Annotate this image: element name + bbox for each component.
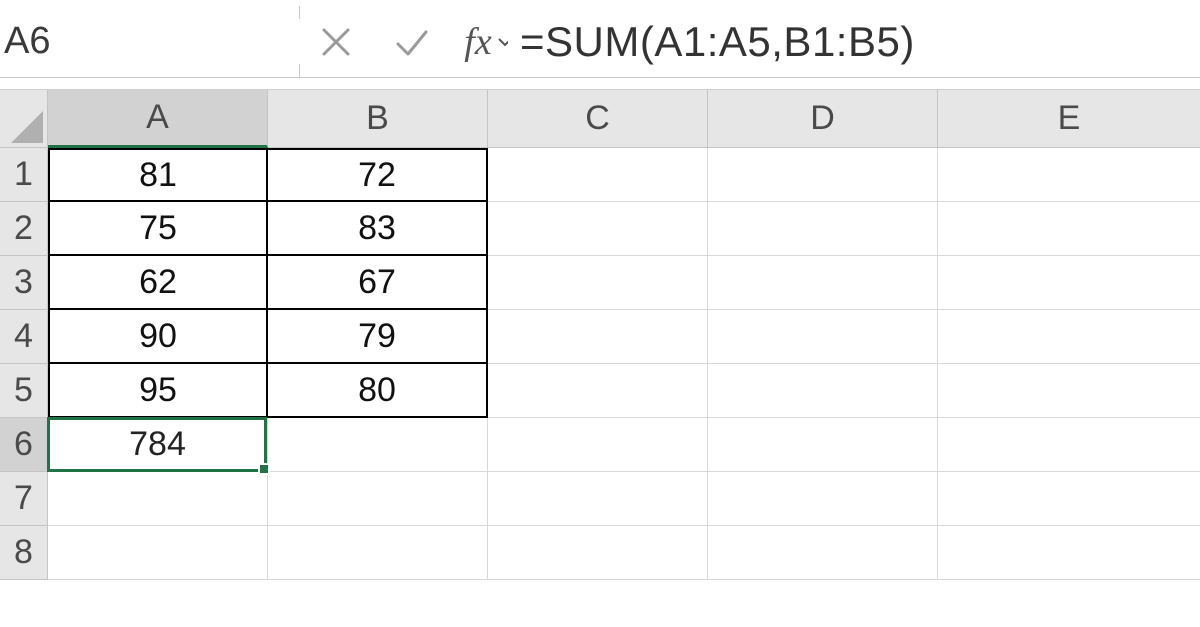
fx-icon[interactable]: fx (448, 6, 508, 78)
row-header-6[interactable]: 6 (0, 418, 48, 472)
cell-A5[interactable]: 95 (48, 364, 268, 418)
cell-E7[interactable] (938, 472, 1200, 526)
cell-E2[interactable] (938, 202, 1200, 256)
row-header-3[interactable]: 3 (0, 256, 48, 310)
cell-C3[interactable] (488, 256, 708, 310)
col-header-A[interactable]: A (48, 90, 268, 148)
row-8: 8 (0, 526, 1200, 580)
cell-E8[interactable] (938, 526, 1200, 580)
col-header-B[interactable]: B (268, 90, 488, 148)
cell-B5[interactable]: 80 (268, 364, 488, 418)
row-header-2[interactable]: 2 (0, 202, 48, 256)
cell-C7[interactable] (488, 472, 708, 526)
row-header-7[interactable]: 7 (0, 472, 48, 526)
cell-E5[interactable] (938, 364, 1200, 418)
cell-A3[interactable]: 62 (48, 256, 268, 310)
cell-A2[interactable]: 75 (48, 202, 268, 256)
cell-B1[interactable]: 72 (268, 148, 488, 202)
name-box[interactable] (0, 6, 300, 78)
col-header-D[interactable]: D (708, 90, 938, 148)
cell-C5[interactable] (488, 364, 708, 418)
row-2: 2 75 83 (0, 202, 1200, 256)
cell-A6[interactable]: 784 (48, 418, 268, 472)
cell-D8[interactable] (708, 526, 938, 580)
formula-input[interactable] (508, 6, 1200, 78)
row-header-5[interactable]: 5 (0, 364, 48, 418)
cell-B7[interactable] (268, 472, 488, 526)
formula-bar: fx (0, 0, 1200, 90)
cell-D4[interactable] (708, 310, 938, 364)
row-7: 7 (0, 472, 1200, 526)
cell-A1[interactable]: 81 (48, 148, 268, 202)
cell-E4[interactable] (938, 310, 1200, 364)
cell-D5[interactable] (708, 364, 938, 418)
row-header-4[interactable]: 4 (0, 310, 48, 364)
cell-E6[interactable] (938, 418, 1200, 472)
cell-B6[interactable] (268, 418, 488, 472)
cell-B4[interactable]: 79 (268, 310, 488, 364)
cell-B2[interactable]: 83 (268, 202, 488, 256)
spreadsheet-grid: A B C D E 1 81 72 2 75 83 3 62 67 4 90 7… (0, 90, 1200, 580)
row-1: 1 81 72 (0, 148, 1200, 202)
cell-B3[interactable]: 67 (268, 256, 488, 310)
cell-C2[interactable] (488, 202, 708, 256)
row-3: 3 62 67 (0, 256, 1200, 310)
row-4: 4 90 79 (0, 310, 1200, 364)
cell-D7[interactable] (708, 472, 938, 526)
formula-bar-buttons (300, 6, 448, 78)
select-all-corner[interactable] (0, 90, 48, 148)
cell-D6[interactable] (708, 418, 938, 472)
cell-D1[interactable] (708, 148, 938, 202)
cell-B8[interactable] (268, 526, 488, 580)
cell-D3[interactable] (708, 256, 938, 310)
row-6: 6 784 (0, 418, 1200, 472)
cell-C6[interactable] (488, 418, 708, 472)
row-header-1[interactable]: 1 (0, 148, 48, 202)
col-header-C[interactable]: C (488, 90, 708, 148)
cell-A8[interactable] (48, 526, 268, 580)
cancel-icon[interactable] (310, 12, 362, 72)
cell-E3[interactable] (938, 256, 1200, 310)
cell-A7[interactable] (48, 472, 268, 526)
col-header-E[interactable]: E (938, 90, 1200, 148)
cell-E1[interactable] (938, 148, 1200, 202)
cell-C4[interactable] (488, 310, 708, 364)
cell-D2[interactable] (708, 202, 938, 256)
enter-icon[interactable] (386, 12, 438, 72)
cell-A4[interactable]: 90 (48, 310, 268, 364)
cell-C8[interactable] (488, 526, 708, 580)
cell-C1[interactable] (488, 148, 708, 202)
column-header-row: A B C D E (0, 90, 1200, 148)
row-5: 5 95 80 (0, 364, 1200, 418)
row-header-8[interactable]: 8 (0, 526, 48, 580)
